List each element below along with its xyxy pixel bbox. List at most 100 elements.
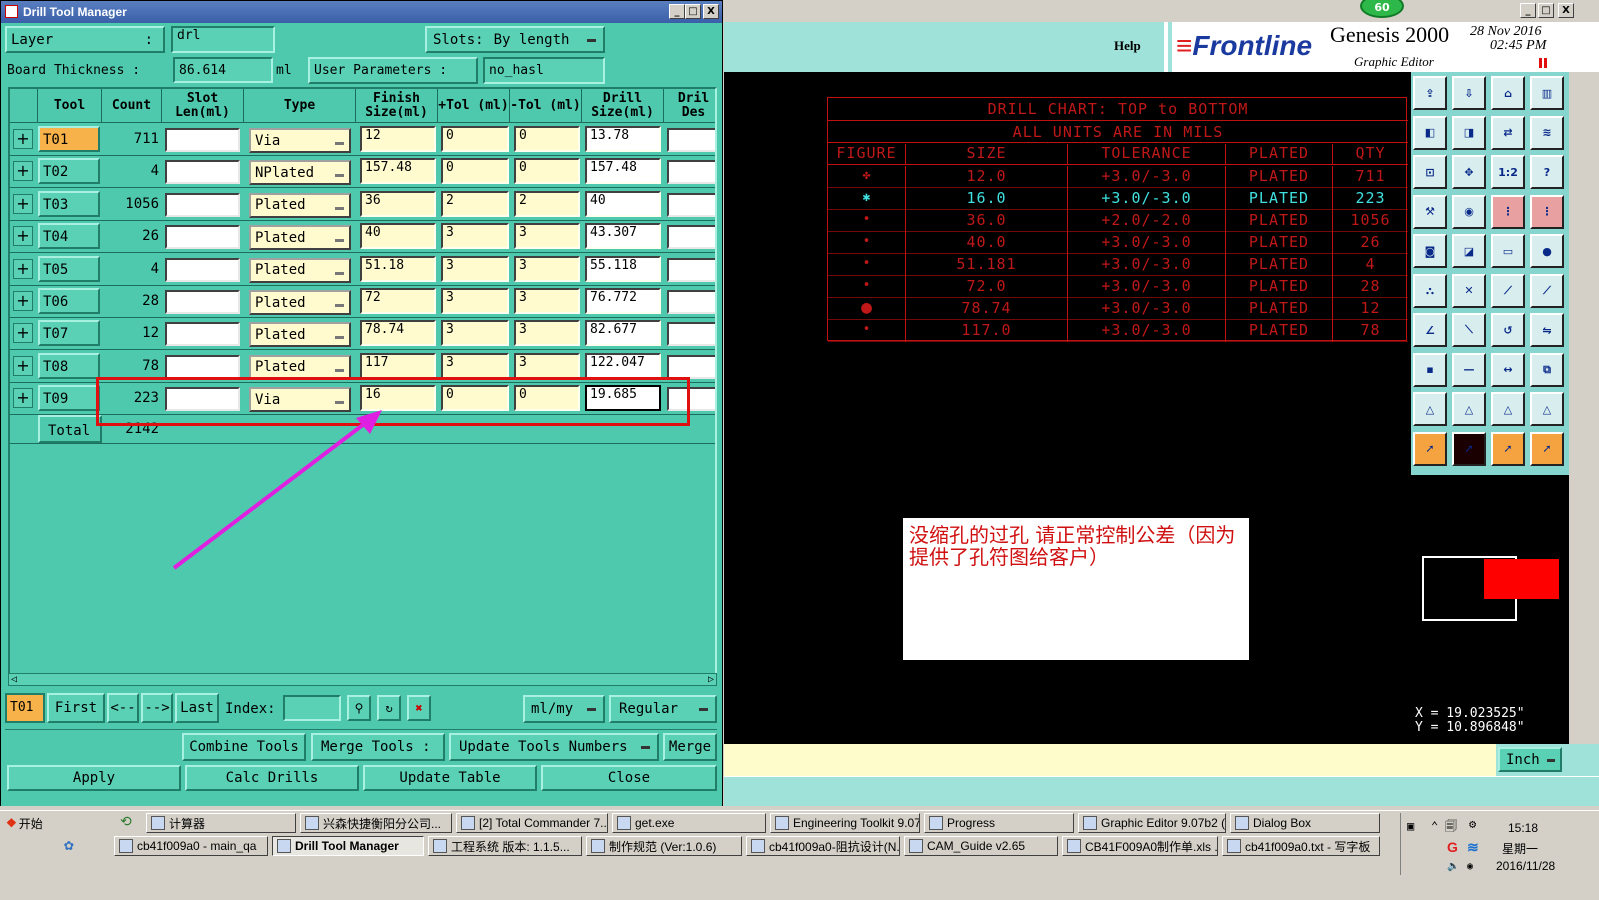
- arc-icon[interactable]: ↺: [1491, 313, 1525, 347]
- minus-tol-input[interactable]: 0: [514, 385, 580, 412]
- drill-des-input[interactable]: [667, 354, 715, 379]
- close-window-button[interactable]: X: [703, 4, 719, 19]
- expand-icon[interactable]: +: [13, 193, 33, 214]
- last-button[interactable]: Last: [175, 693, 219, 723]
- home-icon[interactable]: ⌂: [1491, 76, 1525, 110]
- type-select[interactable]: Via: [249, 387, 351, 413]
- angle-icon[interactable]: ∠: [1413, 313, 1447, 347]
- pause-icon[interactable]: [1539, 58, 1547, 68]
- tray-icon[interactable]: ≋: [1467, 839, 1479, 856]
- minus-tol-input[interactable]: 3: [514, 288, 580, 314]
- minimize-button[interactable]: _: [669, 4, 685, 19]
- type-select[interactable]: Plated: [249, 257, 351, 283]
- finish-size-input[interactable]: 16: [360, 385, 436, 412]
- taskbar-item[interactable]: CB41F009A0制作单.xls ...: [1062, 836, 1218, 856]
- type-select[interactable]: Plated: [249, 354, 351, 380]
- tool-button[interactable]: T05: [38, 255, 100, 282]
- group-icon[interactable]: ⧉: [1530, 352, 1564, 387]
- pointer-icon[interactable]: ➚: [1413, 431, 1447, 466]
- plus-tol-input[interactable]: 0: [441, 385, 509, 412]
- tool-button[interactable]: T06: [38, 288, 100, 314]
- close-window-button[interactable]: X: [1558, 3, 1574, 18]
- expand-icon[interactable]: +: [13, 258, 33, 279]
- plus-tol-input[interactable]: 3: [441, 255, 509, 282]
- nodes-icon[interactable]: ⛬: [1413, 273, 1447, 308]
- type-select[interactable]: Plated: [249, 192, 351, 218]
- ruler-icon[interactable]: ▭: [1491, 234, 1525, 268]
- probe-icon[interactable]: ◉: [1452, 194, 1486, 229]
- taskbar-item[interactable]: Dialog Box: [1230, 813, 1380, 833]
- align-icon[interactable]: ≋: [1530, 115, 1564, 150]
- layer-input[interactable]: drl: [171, 26, 275, 53]
- slots-select[interactable]: Slots: By length: [425, 26, 605, 53]
- finish-size-input[interactable]: 12: [360, 126, 436, 152]
- triangle3-icon[interactable]: △: [1491, 392, 1525, 426]
- move-left-icon[interactable]: ◧: [1413, 115, 1447, 150]
- tool-button[interactable]: T07: [38, 320, 100, 347]
- quick-launch-icon[interactable]: ⟲: [120, 814, 144, 834]
- taskbar-item[interactable]: 工程系统 版本: 1.1.5...: [428, 836, 582, 856]
- taskbar-item[interactable]: cb41f009a0-阻抗设计(N...: [746, 836, 900, 856]
- finish-size-input[interactable]: 117: [360, 352, 436, 379]
- type-select[interactable]: Plated: [249, 322, 351, 348]
- slot-len-input[interactable]: [165, 192, 240, 217]
- user-parameters-input[interactable]: no_hasl: [483, 57, 605, 84]
- expand-icon[interactable]: +: [13, 291, 33, 311]
- apply-button[interactable]: Apply: [7, 765, 181, 791]
- drill-des-input[interactable]: [667, 322, 715, 347]
- search-icon[interactable]: ⚲: [347, 695, 371, 721]
- unit-select[interactable]: Inch: [1498, 747, 1562, 772]
- board-thickness-input[interactable]: 86.614: [173, 57, 273, 83]
- measure-icon[interactable]: ↔: [1491, 352, 1525, 387]
- taskbar-item[interactable]: 兴森快捷衡阳分公司...: [300, 813, 452, 833]
- finish-size-input[interactable]: 157.48: [360, 158, 436, 185]
- triangle2-icon[interactable]: △: [1452, 392, 1486, 426]
- window-titlebar[interactable]: Drill Tool Manager _ □ X: [1, 1, 722, 23]
- refresh-icon[interactable]: ↻: [377, 695, 401, 721]
- drill-des-input[interactable]: [667, 160, 715, 185]
- minus-tol-input[interactable]: 0: [514, 158, 580, 185]
- slot-len-input[interactable]: [165, 225, 240, 250]
- update-table-button[interactable]: Update Table: [363, 765, 537, 791]
- graphic-canvas[interactable]: DRILL CHART: TOP to BOTTOM ALL UNITS ARE…: [724, 72, 1411, 744]
- update-tools-numbers-select[interactable]: Update Tools Numbers: [449, 733, 659, 761]
- minus-tol-input[interactable]: 2: [514, 190, 580, 217]
- tool-button[interactable]: T02: [38, 158, 100, 185]
- split-view-icon[interactable]: ▥: [1530, 76, 1564, 110]
- taskbar-item[interactable]: cb41f009a0.txt - 写字板: [1222, 836, 1380, 856]
- drill-des-input[interactable]: [667, 257, 715, 282]
- erase-icon[interactable]: ◪: [1452, 234, 1486, 268]
- drill-des-input[interactable]: [667, 225, 715, 250]
- pan-icon[interactable]: ✥: [1452, 155, 1486, 189]
- plus-tol-input[interactable]: 2: [441, 190, 509, 217]
- import-icon[interactable]: ⇪: [1413, 76, 1447, 110]
- type-select[interactable]: Plated: [249, 290, 351, 315]
- slot-len-input[interactable]: [165, 354, 240, 379]
- drill-size-input[interactable]: 55.118: [585, 255, 661, 282]
- finish-size-input[interactable]: 36: [360, 190, 436, 217]
- taskbar-item[interactable]: get.exe: [612, 813, 766, 833]
- drill-size-input[interactable]: 76.772: [585, 288, 661, 314]
- drill-size-input[interactable]: 157.48: [585, 158, 661, 185]
- mode-select[interactable]: Regular: [609, 695, 717, 723]
- finish-size-input[interactable]: 78.74: [360, 320, 436, 347]
- type-select[interactable]: Plated: [249, 225, 351, 251]
- expand-icon[interactable]: +: [13, 388, 33, 409]
- next-button[interactable]: -->: [141, 693, 173, 723]
- layers-red2-icon[interactable]: ⋮: [1530, 194, 1564, 229]
- swap-icon[interactable]: ⇄: [1491, 115, 1525, 150]
- taskbar-item[interactable]: Drill Tool Manager: [272, 836, 424, 856]
- drill-size-input[interactable]: 43.307: [585, 223, 661, 250]
- expand-icon[interactable]: +: [13, 226, 33, 247]
- move-right-icon[interactable]: ◨: [1452, 115, 1486, 150]
- minus-tol-input[interactable]: 0: [514, 126, 580, 152]
- finish-size-input[interactable]: 72: [360, 288, 436, 314]
- taskbar-item[interactable]: Graphic Editor 9.07b2 (0...: [1078, 813, 1226, 833]
- user-parameters-button[interactable]: User Parameters :: [308, 57, 478, 84]
- close-button[interactable]: Close: [541, 765, 717, 791]
- drill-des-input[interactable]: [667, 192, 715, 217]
- snap-icon[interactable]: ▪: [1413, 352, 1447, 387]
- slash-icon[interactable]: ⟍: [1452, 313, 1486, 347]
- slot-len-input[interactable]: [165, 128, 240, 152]
- minus-tol-input[interactable]: 3: [514, 255, 580, 282]
